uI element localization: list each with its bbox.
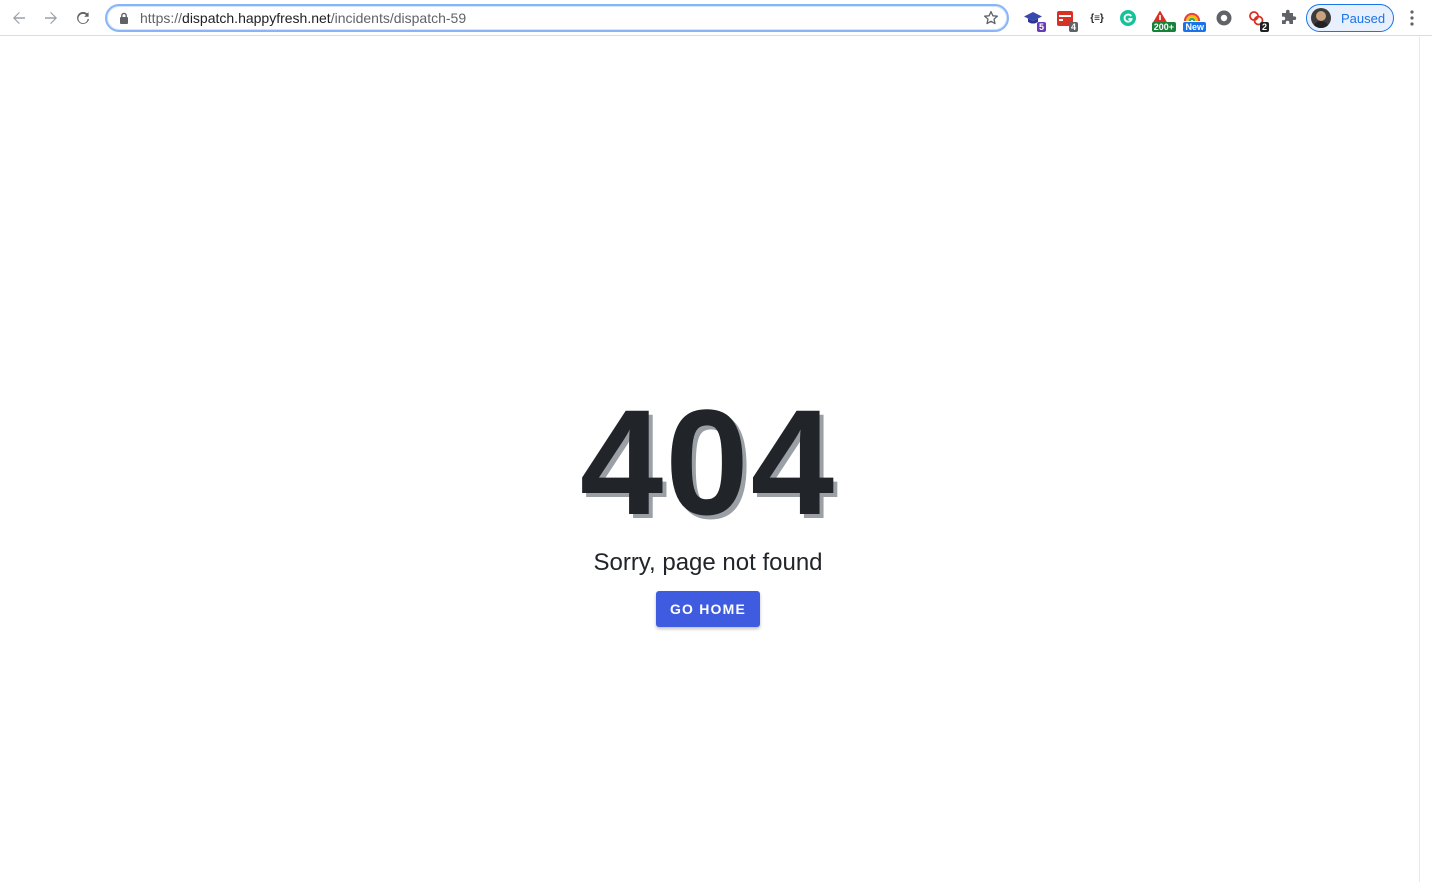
puzzle-icon xyxy=(1282,9,1297,24)
circle-icon xyxy=(1216,10,1232,26)
extension-circle-icon[interactable] xyxy=(1214,8,1234,28)
grammarly-icon xyxy=(1120,10,1136,26)
avatar xyxy=(1311,8,1331,28)
lock-icon xyxy=(120,12,128,24)
extension-alert-icon[interactable]: 200+ xyxy=(1150,8,1176,32)
extension-badge: New xyxy=(1183,22,1206,32)
url-scheme: https:// xyxy=(140,10,183,26)
extension-calendar-icon[interactable]: 4 xyxy=(1055,8,1078,32)
extension-graduation-icon[interactable]: 5 xyxy=(1023,8,1046,32)
page-content: 404 Sorry, page not found GO HOME xyxy=(0,37,1419,882)
vertical-scrollbar[interactable] xyxy=(1419,37,1432,882)
profile-status-label: Paused xyxy=(1341,10,1386,26)
forward-button[interactable] xyxy=(39,6,63,30)
arrow-right-icon xyxy=(45,12,57,24)
url-host: dispatch.happyfresh.net xyxy=(182,10,331,26)
address-bar[interactable]: https://dispatch.happyfresh.net/incident… xyxy=(105,4,1009,32)
extension-badge: 2 xyxy=(1259,22,1269,32)
bookmark-star-icon[interactable] xyxy=(983,10,999,26)
extensions-puzzle-button[interactable] xyxy=(1278,8,1298,28)
json-icon-label: {≡} xyxy=(1090,12,1104,24)
reload-button[interactable] xyxy=(71,6,95,30)
go-home-button[interactable]: GO HOME xyxy=(656,591,760,627)
reload-icon xyxy=(77,11,89,24)
url-text: https://dispatch.happyfresh.net/incident… xyxy=(140,10,466,26)
extension-json-icon[interactable]: {≡} xyxy=(1086,8,1108,28)
extension-grammarly-icon[interactable] xyxy=(1118,8,1138,28)
more-vertical-icon[interactable] xyxy=(1404,8,1420,28)
extension-badge: 5 xyxy=(1036,22,1046,32)
arrow-left-icon xyxy=(13,12,25,24)
browser-toolbar: https://dispatch.happyfresh.net/incident… xyxy=(0,0,1432,36)
url-path: /incidents/dispatch-59 xyxy=(330,10,467,26)
back-button[interactable] xyxy=(7,6,31,30)
profile-button[interactable]: Paused xyxy=(1306,4,1394,32)
error-message: Sorry, page not found xyxy=(593,549,823,576)
extension-badge: 4 xyxy=(1068,22,1078,32)
extension-link-icon[interactable]: 2 xyxy=(1246,8,1269,32)
extension-rainbow-icon[interactable]: New xyxy=(1182,8,1206,32)
extension-badge: 200+ xyxy=(1151,22,1176,32)
error-code: 404 xyxy=(579,378,837,546)
